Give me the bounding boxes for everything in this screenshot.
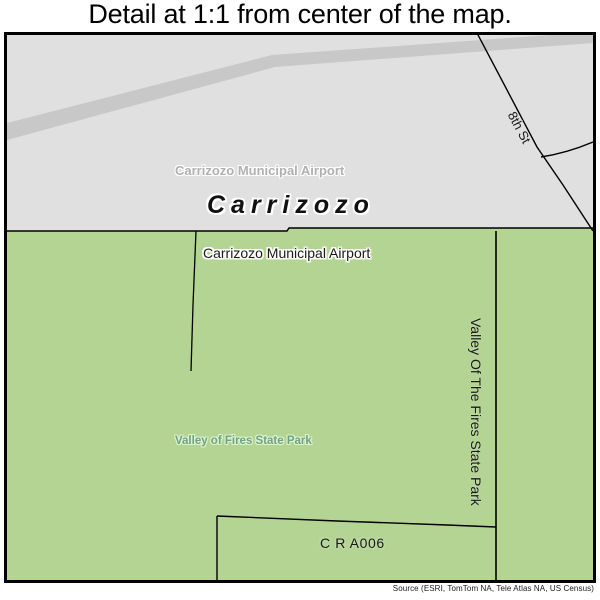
- map-detail-page: Detail at 1:1 from center of the map. Ca…: [0, 0, 600, 600]
- map-frame[interactable]: Carrizozo Municipal Airport Carrizozo Ca…: [4, 32, 596, 583]
- park-area-fill: [7, 228, 593, 580]
- map-canvas[interactable]: [7, 35, 593, 580]
- map-attribution: Source (ESRI, TomTom NA, Tele Atlas NA, …: [392, 584, 594, 593]
- page-title: Detail at 1:1 from center of the map.: [88, 0, 512, 29]
